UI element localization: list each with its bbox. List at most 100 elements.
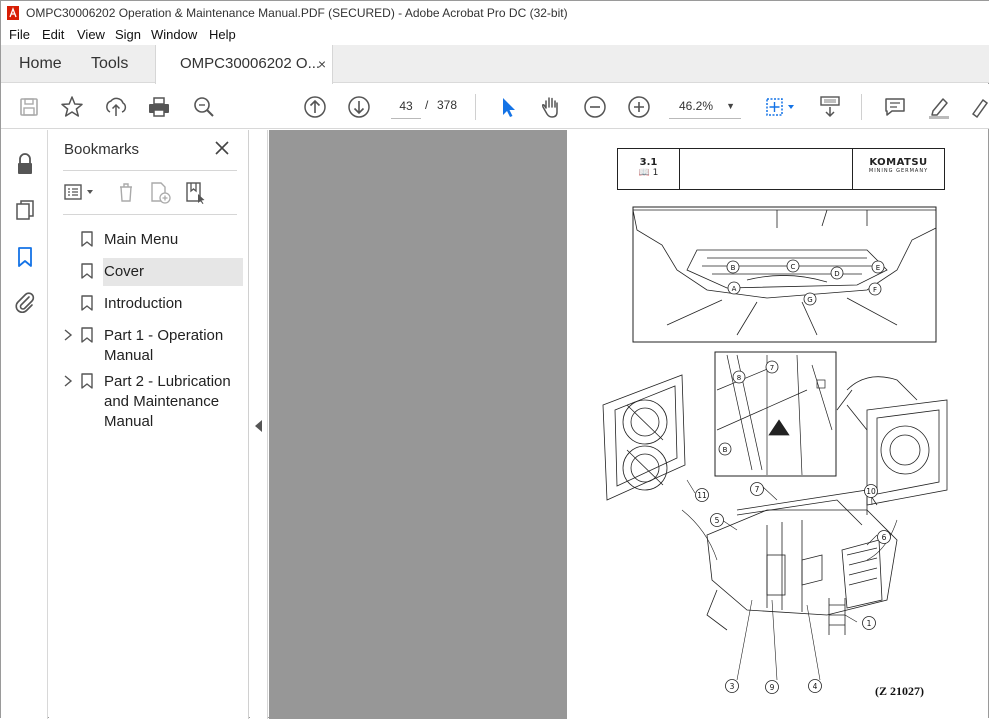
- draw-icon[interactable]: [968, 94, 989, 120]
- bookmark-item-part-1[interactable]: Part 1 - Operation Manual: [55, 324, 243, 366]
- tab-close-icon[interactable]: ×: [318, 45, 326, 83]
- attachment-icon[interactable]: [13, 290, 37, 314]
- hand-icon[interactable]: [538, 94, 564, 120]
- bookmarks-panel: Bookmarks Main Menu Cover Introduction P…: [49, 130, 249, 719]
- callout-7: 7: [755, 485, 760, 494]
- menu-window[interactable]: Window: [151, 27, 197, 42]
- tab-document[interactable]: OMPC30006202 O... ×: [155, 45, 333, 84]
- acrobat-app-icon: [7, 6, 19, 20]
- down-arrow-icon[interactable]: [346, 94, 372, 120]
- collapse-arrow-icon[interactable]: [255, 420, 262, 432]
- acrobat-window: OMPC30006202 Operation & Maintenance Man…: [0, 0, 989, 719]
- page-separator: /: [425, 98, 429, 112]
- toolbar-divider: [475, 94, 476, 120]
- menu-file[interactable]: File: [9, 27, 30, 42]
- cursor-icon[interactable]: [495, 94, 521, 120]
- left-radiator-sketch: [602, 374, 686, 501]
- title-bar: OMPC30006202 Operation & Maintenance Man…: [1, 1, 989, 25]
- bookmark-icon: [81, 263, 93, 279]
- tab-tools[interactable]: Tools: [91, 45, 128, 83]
- machine-underside-sketch: [632, 209, 937, 336]
- main-callout-circles: [695, 482, 891, 694]
- bookmark-item-part-2[interactable]: Part 2 - Lubrication and Maintenance Man…: [55, 370, 243, 434]
- technical-drawing: A B C D E F G 8 7 B 1157 1061 3 9 4: [602, 206, 948, 694]
- toolbar: 43 / 378 46.2% ▼: [1, 84, 989, 129]
- chevron-down-icon: ▼: [726, 101, 735, 111]
- bookmark-item-cover[interactable]: Cover: [55, 258, 243, 286]
- callout-5: 5: [715, 516, 720, 525]
- figure-reference: (Z 21027): [875, 684, 924, 698]
- scroll-mode-icon[interactable]: [817, 94, 843, 120]
- page-number-input[interactable]: 43: [391, 93, 421, 119]
- bookmark-options-button[interactable]: [63, 180, 99, 204]
- callout-10: 10: [866, 487, 876, 496]
- callout-d: D: [834, 270, 839, 278]
- bookmark-label: Part 1 - Operation Manual: [104, 327, 224, 364]
- panel-divider: [63, 214, 237, 215]
- callout-4: 4: [813, 682, 818, 691]
- menu-bar: File Edit View Sign Window Help: [1, 25, 989, 45]
- toolbar-divider: [861, 94, 862, 120]
- new-bookmark-icon[interactable]: [148, 180, 172, 204]
- chevron-right-icon[interactable]: [63, 374, 73, 391]
- pages-icon[interactable]: [13, 198, 37, 222]
- zoom-level-value: 46.2%: [679, 99, 714, 113]
- delete-bookmark-icon[interactable]: [115, 180, 137, 204]
- top-callout-circles: [726, 259, 885, 306]
- callout-e: E: [876, 264, 880, 272]
- page-total: 378: [437, 98, 458, 112]
- callout-9: 9: [770, 683, 775, 692]
- inset-callout-8: 8: [737, 374, 741, 382]
- tab-document-label: OMPC30006202 O...: [180, 55, 321, 72]
- up-arrow-icon[interactable]: [302, 94, 328, 120]
- bookmark-label: Introduction: [104, 295, 183, 312]
- tab-bar: Home Tools OMPC30006202 O... ×: [1, 45, 989, 84]
- zoom-out-icon[interactable]: [582, 94, 608, 120]
- callout-b: B: [731, 264, 736, 272]
- bookmark-item-main-menu[interactable]: Main Menu: [55, 228, 243, 252]
- bookmark-label: Part 2 - Lubrication and Maintenance Man…: [104, 373, 231, 430]
- highlight-icon[interactable]: [926, 94, 952, 120]
- inset-callout-b: B: [723, 446, 728, 454]
- right-radiator-sketch: [836, 376, 948, 506]
- save-icon[interactable]: [16, 94, 42, 120]
- chevron-right-icon[interactable]: [63, 328, 73, 345]
- menu-edit[interactable]: Edit: [42, 27, 64, 42]
- callout-1: 1: [867, 619, 872, 628]
- bookmark-label: Main Menu: [104, 231, 179, 248]
- menu-view[interactable]: View: [77, 27, 105, 42]
- zoom-level-select[interactable]: 46.2% ▼: [669, 93, 741, 119]
- lock-icon[interactable]: [13, 152, 37, 176]
- callout-c: C: [791, 263, 796, 271]
- main-machine-sketch: [706, 489, 898, 635]
- comment-icon[interactable]: [882, 94, 908, 120]
- callout-g: G: [807, 296, 812, 304]
- print-icon[interactable]: [146, 94, 172, 120]
- search-icon[interactable]: [191, 94, 217, 120]
- bookmark-icon: [81, 373, 93, 389]
- inset-callout-7: 7: [770, 364, 774, 372]
- bookmarks-title: Bookmarks: [64, 141, 140, 158]
- star-icon[interactable]: [59, 94, 85, 120]
- tab-home[interactable]: Home: [19, 45, 62, 83]
- bookmark-item-introduction[interactable]: Introduction: [55, 292, 243, 316]
- panel-divider: [63, 170, 237, 171]
- find-bookmark-icon[interactable]: [183, 180, 207, 204]
- bookmark-icon[interactable]: [13, 245, 37, 269]
- bookmark-icon: [81, 327, 93, 343]
- callout-a: A: [732, 285, 737, 293]
- panel-collapse-strip[interactable]: [250, 130, 268, 719]
- left-navigation-rail: [1, 130, 48, 719]
- upload-icon[interactable]: [103, 94, 129, 120]
- pdf-page: 3.1 📖 1 KOMATSU MINING GERMANY A B C D E…: [567, 130, 988, 719]
- menu-sign[interactable]: Sign: [115, 27, 141, 42]
- close-icon[interactable]: [213, 139, 231, 157]
- callout-3: 3: [730, 682, 735, 691]
- document-view[interactable]: 3.1 📖 1 KOMATSU MINING GERMANY A B C D E…: [269, 130, 988, 719]
- bookmark-icon: [81, 231, 93, 247]
- window-title: OMPC30006202 Operation & Maintenance Man…: [26, 6, 568, 20]
- callout-f: F: [873, 286, 877, 294]
- menu-help[interactable]: Help: [209, 27, 236, 42]
- fit-page-icon[interactable]: [762, 94, 798, 120]
- zoom-in-icon[interactable]: [626, 94, 652, 120]
